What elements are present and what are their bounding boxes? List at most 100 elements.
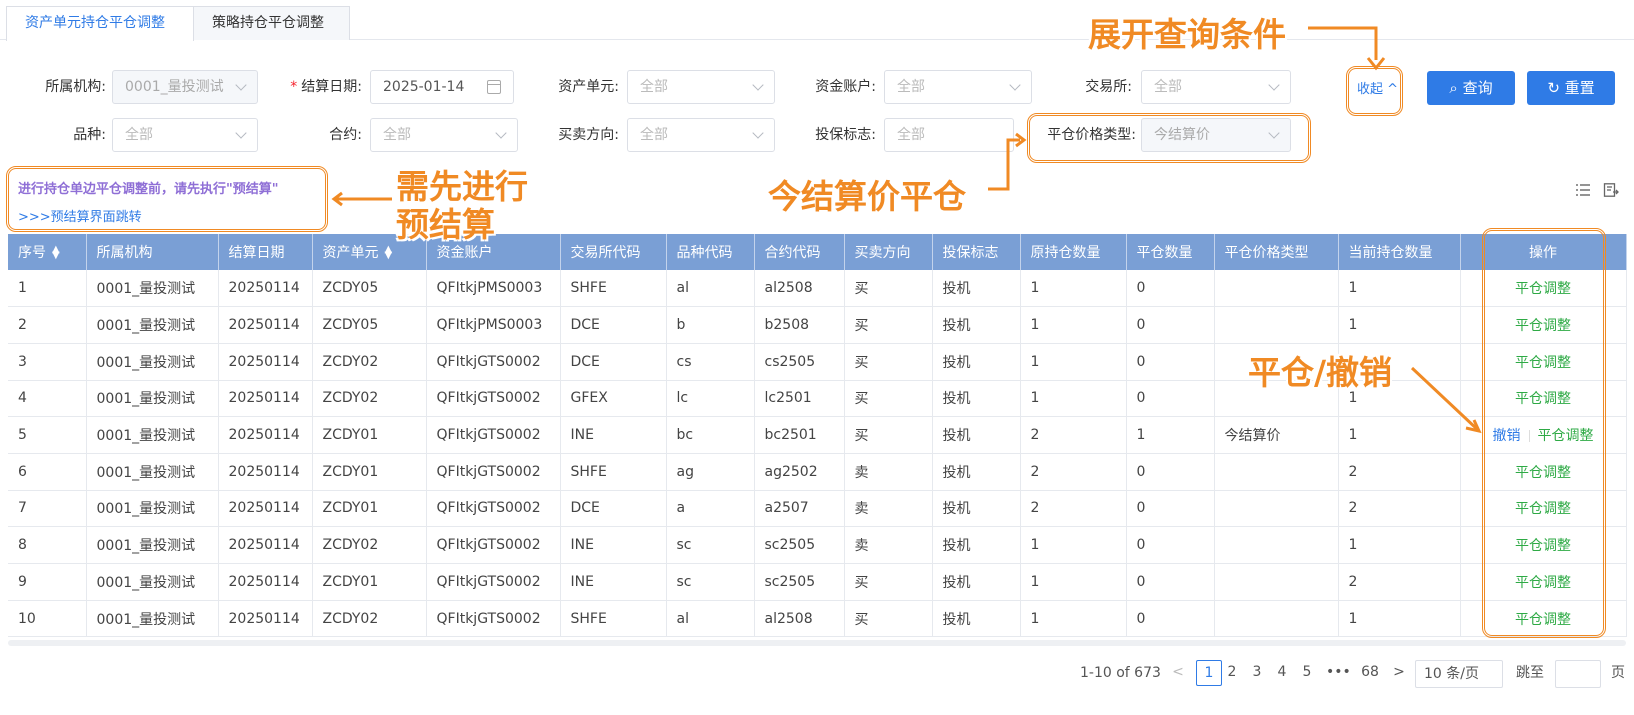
contract-value: 全部 — [383, 127, 411, 143]
column-header-label: 买卖方向 — [854, 245, 911, 261]
variety-label: 品种: — [73, 127, 106, 143]
table-cell: 2 — [1338, 453, 1461, 491]
sort-icon[interactable]: ▲ ▼ — [52, 245, 60, 261]
table-cell — [1214, 600, 1339, 638]
column-header-label: 平仓价格类型 — [1224, 245, 1309, 261]
table-cell: 20250114 — [218, 270, 313, 308]
refresh-icon: ↻ — [1547, 79, 1560, 97]
tab-asset-unit-adjust[interactable]: 资产单元持仓平仓调整 — [6, 6, 194, 41]
tab-strategy-adjust[interactable]: 策略持仓平仓调整 — [194, 6, 350, 40]
annotation-need-pre-line2: 预结算 — [396, 205, 495, 244]
table-cell: 2 — [1020, 453, 1127, 491]
column-header-label: 原持仓数量 — [1030, 245, 1101, 261]
table-cell — [1214, 270, 1339, 308]
table-cell: 0001_量投测试 — [86, 490, 219, 528]
table-row: 1 0001_量投测试 20250114 ZCDY05 QFItkjPMS0003 SHF… — [8, 270, 1627, 308]
table-cell: QFItkjGTS0002 — [426, 600, 561, 638]
table-cell: 投机 — [932, 343, 1021, 381]
table-cell: 20250114 — [218, 380, 313, 418]
table-cell: 1 — [1338, 306, 1461, 344]
table-cell: 0 — [1126, 526, 1215, 564]
column-header: 结算日期 — [218, 234, 313, 270]
table-cell: QFItkjPMS0003 — [426, 270, 561, 308]
pagination-summary: 1-10 of 673 — [1080, 665, 1161, 681]
table-cell: 1 — [1338, 416, 1461, 454]
table-cell: ZCDY01 — [312, 453, 427, 491]
table-cell: 20250114 — [218, 526, 313, 564]
annotation-box-collapse — [1346, 66, 1403, 116]
page-number[interactable]: 3 — [1247, 660, 1267, 686]
table-cell: ZCDY02 — [312, 380, 427, 418]
table-cell: 投机 — [932, 306, 1021, 344]
table-cell: 20250114 — [218, 600, 313, 638]
page-number[interactable]: 1 — [1196, 660, 1222, 686]
table-cell: lc2501 — [754, 380, 845, 418]
table-cell: 1 — [1338, 600, 1461, 638]
table-cell: ZCDY01 — [312, 490, 427, 528]
prev-page-icon[interactable]: < — [1168, 660, 1188, 686]
column-header-label: 所属机构 — [96, 245, 153, 261]
exchange-select[interactable]: 全部 — [1141, 70, 1291, 104]
page-size-select[interactable]: 10 条/页 — [1415, 660, 1503, 688]
page-number[interactable]: 68 — [1360, 660, 1380, 686]
hedge-select[interactable]: 全部 — [884, 118, 1014, 152]
table-cell: 20250114 — [218, 490, 313, 528]
more-pages-icon[interactable]: ••• — [1326, 660, 1351, 686]
table-cell: ZCDY01 — [312, 563, 427, 601]
table-cell: a2507 — [754, 490, 845, 528]
page-number[interactable]: 4 — [1272, 660, 1292, 686]
table-row: 10 0001_量投测试 20250114 ZCDY02 QFItkjGTS0002 SH… — [8, 600, 1627, 638]
contract-select[interactable]: 全部 — [370, 118, 518, 152]
next-page-icon[interactable]: > — [1389, 660, 1409, 686]
direction-select[interactable]: 全部 — [627, 118, 775, 152]
goto-page-input[interactable] — [1555, 660, 1601, 688]
table-cell: 投机 — [932, 563, 1021, 601]
query-button[interactable]: ⌕ 查询 — [1427, 71, 1515, 105]
table-cell: 20250114 — [218, 343, 313, 381]
page-number[interactable]: 2 — [1222, 660, 1242, 686]
date-label: * 结算日期: — [270, 70, 362, 104]
export-icon[interactable] — [1603, 183, 1619, 197]
column-header[interactable]: 序号 ▲ ▼ — [8, 234, 87, 270]
account-select[interactable]: 全部 — [884, 70, 1032, 104]
table-cell: b — [666, 306, 755, 344]
asset-unit-select[interactable]: 全部 — [627, 70, 775, 104]
page-number[interactable]: 5 — [1297, 660, 1317, 686]
annotation-box-operations — [1482, 228, 1606, 638]
chevron-down-icon — [752, 79, 764, 91]
table-cell: QFItkjGTS0002 — [426, 526, 561, 564]
direction-value: 全部 — [640, 127, 668, 143]
table-cell: 1 — [1020, 343, 1127, 381]
horizontal-scrollbar[interactable] — [8, 640, 1626, 646]
table-cell: 1 — [1126, 416, 1215, 454]
table-cell: 2 — [1338, 563, 1461, 601]
table-cell: sc2505 — [754, 563, 845, 601]
column-header: 买卖方向 — [844, 234, 933, 270]
column-header-label: 平仓数量 — [1136, 245, 1193, 261]
table-cell: 0 — [1126, 453, 1215, 491]
table-row: 5 0001_量投测试 20250114 ZCDY01 QFItkjGTS0002 INE… — [8, 416, 1627, 454]
table-cell: DCE — [560, 306, 667, 344]
table-cell: sc — [666, 563, 755, 601]
reset-button[interactable]: ↻ 重置 — [1527, 71, 1615, 105]
table-cell: 0 — [1126, 490, 1215, 528]
date-picker[interactable]: 2025-01-14 — [370, 70, 514, 104]
table-cell: ag — [666, 453, 755, 491]
asset-unit-value: 全部 — [640, 79, 668, 95]
table-cell: 20250114 — [218, 453, 313, 491]
org-select[interactable]: 0001_量投测试 — [112, 70, 258, 104]
annotation-today-price: 今结算价平仓 — [768, 177, 966, 216]
search-icon: ⌕ — [1449, 79, 1458, 97]
table-cell: 0 — [1126, 600, 1215, 638]
sort-icon[interactable]: ▲ ▼ — [385, 245, 393, 261]
table-cell: 买 — [844, 380, 933, 418]
direction-label: 买卖方向: — [558, 127, 619, 143]
variety-select[interactable]: 全部 — [112, 118, 258, 152]
table-cell: 1 — [1338, 526, 1461, 564]
table-row: 8 0001_量投测试 20250114 ZCDY02 QFItkjGTS0002 INE… — [8, 526, 1627, 564]
column-settings-icon[interactable] — [1575, 183, 1591, 197]
table-cell: 7 — [8, 490, 87, 528]
annotation-close-cancel: 平仓/撤销 — [1248, 353, 1393, 392]
table-header-row: 序号 ▲ ▼ 所属机构 结算日期 资产单元 ▲ ▼ 资金账户 交易所代码 品种代码 合约代码 买卖方向 投… — [8, 234, 1627, 270]
chevron-down-icon — [752, 127, 764, 139]
